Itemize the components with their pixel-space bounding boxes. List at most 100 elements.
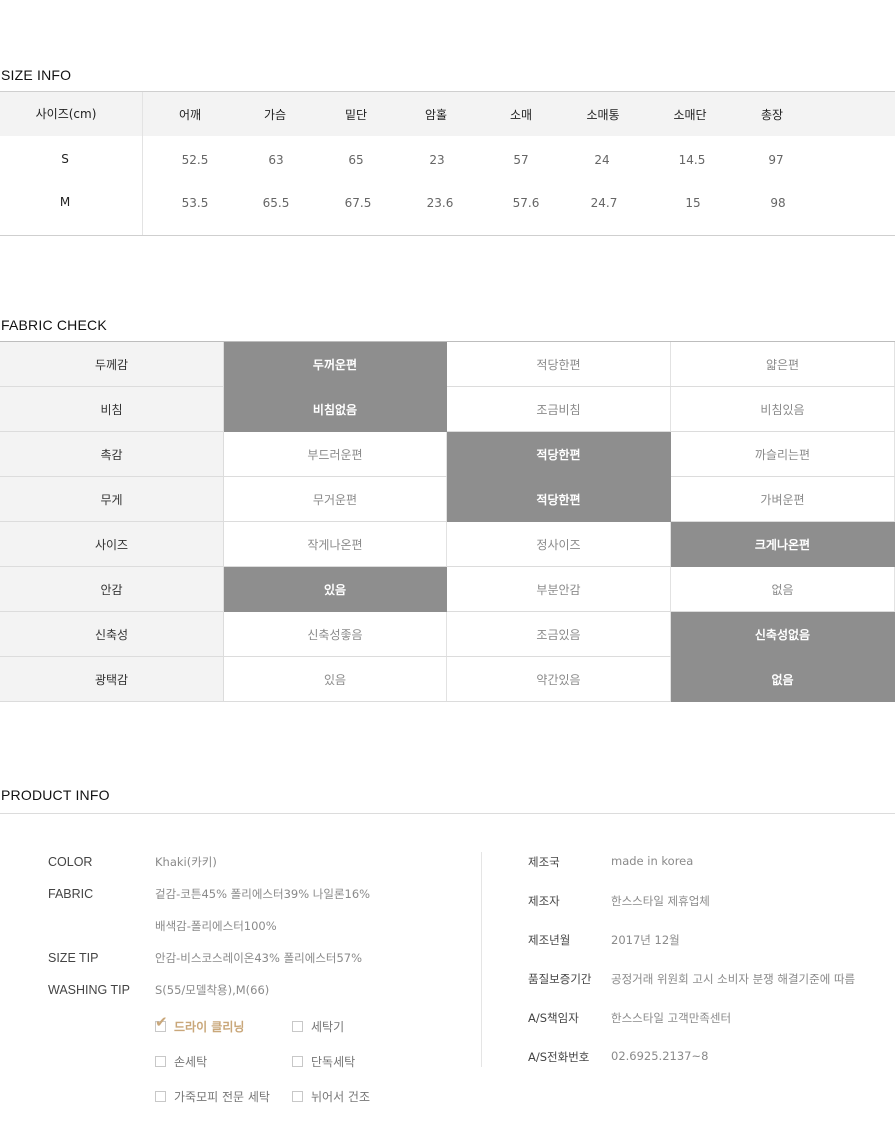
checkbox-icon xyxy=(292,1091,303,1102)
product-info-column-divider xyxy=(481,852,482,1067)
size-cell: 23 xyxy=(429,153,445,167)
fabric-option: 없음 xyxy=(671,567,895,611)
product-info-key: 제조년월 xyxy=(528,933,571,947)
color-label: COLOR xyxy=(48,855,93,869)
fabric-row-label: 신축성 xyxy=(0,612,224,656)
fabric-option: 부드러운편 xyxy=(224,432,447,476)
size-cell: 52.5 xyxy=(181,153,209,167)
fabric-row: 광택감 있음 약간있음 없음 xyxy=(0,657,895,702)
washing-option: 단독세탁 xyxy=(292,1053,355,1070)
product-info-key: 제조자 xyxy=(528,894,560,908)
fabric-option: 비침있음 xyxy=(671,387,895,431)
washing-option: 손세탁 xyxy=(155,1053,207,1070)
washing-option: 세탁기 xyxy=(292,1018,344,1035)
check-icon: ✔ xyxy=(155,1013,168,1031)
product-info-value: 한스스타일 제휴업체 xyxy=(611,894,710,908)
fabric-option: 무거운편 xyxy=(224,477,447,521)
size-col-header: 밑단 xyxy=(344,108,368,122)
fabric-row-label: 무게 xyxy=(0,477,224,521)
size-cell: 53.5 xyxy=(181,196,209,210)
fabric-option-selected: 크게나온편 xyxy=(671,522,895,567)
size-col-header: 소매단 xyxy=(673,108,707,122)
washing-option-label: 손세탁 xyxy=(174,1055,208,1069)
fabric-row-label: 광택감 xyxy=(0,657,224,701)
size-col-header: 암홀 xyxy=(424,108,448,122)
fabric-option-selected: 두꺼운편 xyxy=(224,342,447,387)
fabric-option: 약간있음 xyxy=(447,657,671,701)
fabric-row: 안감 있음 부분안감 없음 xyxy=(0,567,895,612)
fabric-option-selected: 신축성없음 xyxy=(671,612,895,657)
size-col-header: 소매 xyxy=(509,108,533,122)
fabric-option-selected: 비침없음 xyxy=(224,387,447,432)
product-info-value: 한스스타일 고객만족센터 xyxy=(611,1011,732,1025)
fabric-option: 가벼운편 xyxy=(671,477,895,521)
size-cell: 97 xyxy=(768,153,784,167)
fabric-option: 부분안감 xyxy=(447,567,671,611)
product-info-value: 2017년 12월 xyxy=(611,933,680,947)
size-cell: 65.5 xyxy=(262,196,290,210)
size-row-label: S xyxy=(61,152,69,166)
fabric-option: 얇은편 xyxy=(671,342,895,386)
product-info-value: 공정거래 위원회 고시 소비자 분쟁 해결기준에 따름 xyxy=(611,972,856,986)
fabric-row-label: 촉감 xyxy=(0,432,224,476)
fabric-row: 촉감 부드러운편 적당한편 까슬리는편 xyxy=(0,432,895,477)
fabric-option: 작게나온편 xyxy=(224,522,447,566)
size-table-divider xyxy=(142,92,143,235)
size-table: 사이즈(cm) 어깨 가슴 밑단 암홀 소매 소매통 소매단 총장 S 52.5… xyxy=(0,91,895,236)
washing-option-label: 드라이 클리닝 xyxy=(174,1020,245,1034)
size-cell: 57.6 xyxy=(512,196,540,210)
fabric-option-selected: 없음 xyxy=(671,657,895,702)
size-cell: 63 xyxy=(268,153,284,167)
fabric-table: 두께감 두꺼운편 적당한편 얇은편 비침 비침없음 조금비침 비침있음 촉감 부드러운편 적당한편 까… xyxy=(0,341,895,702)
fabric-line: 겉감-코튼45% 폴리에스터39% 나일론16% xyxy=(155,887,371,901)
fabric-option-selected: 적당한편 xyxy=(447,432,671,477)
fabric-row: 무게 무거운편 적당한편 가벼운편 xyxy=(0,477,895,522)
washing-option-label: 가죽모피 전문 세탁 xyxy=(174,1090,270,1104)
washing-option-label: 단독세탁 xyxy=(311,1055,356,1069)
size-col-header: 가슴 xyxy=(263,108,287,122)
product-info-key: 제조국 xyxy=(528,855,560,869)
checkbox-icon: ✔ xyxy=(155,1015,168,1032)
washing-tip-label: WASHING TIP xyxy=(48,983,130,997)
fabric-row: 신축성 신축성좋음 조금있음 신축성없음 xyxy=(0,612,895,657)
size-col-header: 총장 xyxy=(760,108,784,122)
size-cell: 24.7 xyxy=(590,196,618,210)
size-cell: 24 xyxy=(594,153,610,167)
fabric-option: 조금있음 xyxy=(447,612,671,656)
fabric-row-label: 비침 xyxy=(0,387,224,431)
washing-option: 뉘어서 건조 xyxy=(292,1088,370,1105)
fabric-option: 신축성좋음 xyxy=(224,612,447,656)
fabric-label: FABRIC xyxy=(48,887,94,901)
product-info-key: A/S책임자 xyxy=(528,1011,579,1025)
product-info-title: PRODUCT INFO xyxy=(1,787,110,803)
checkbox-icon xyxy=(155,1056,166,1067)
washing-option: 가죽모피 전문 세탁 xyxy=(155,1088,270,1105)
fabric-option: 조금비침 xyxy=(447,387,671,431)
product-info-value: made in korea xyxy=(611,854,694,868)
size-cell: 15 xyxy=(685,196,701,210)
fabric-row: 비침 비침없음 조금비침 비침있음 xyxy=(0,387,895,432)
fabric-row-label: 사이즈 xyxy=(0,522,224,566)
fabric-option: 있음 xyxy=(224,657,447,701)
size-cell: 57 xyxy=(513,153,529,167)
size-info-title: SIZE INFO xyxy=(1,67,72,83)
product-info-key: 품질보증기간 xyxy=(528,972,592,986)
checkbox-icon xyxy=(292,1056,303,1067)
checkbox-icon xyxy=(155,1091,166,1102)
fabric-row-label: 안감 xyxy=(0,567,224,611)
size-cell: 98 xyxy=(770,196,786,210)
size-cell: 65 xyxy=(348,153,364,167)
fabric-option: 정사이즈 xyxy=(447,522,671,566)
fabric-row: 사이즈 작게나온편 정사이즈 크게나온편 xyxy=(0,522,895,567)
fabric-row-label: 두께감 xyxy=(0,342,224,386)
fabric-line: 배색감-폴리에스터100% xyxy=(155,919,277,933)
size-tip-value: S(55/모델착용),M(66) xyxy=(155,983,270,997)
product-info-value: 02.6925.2137~8 xyxy=(611,1049,709,1063)
size-cell: 67.5 xyxy=(344,196,372,210)
fabric-check-title: FABRIC CHECK xyxy=(1,317,107,333)
size-corner-label: 사이즈(cm) xyxy=(35,107,97,121)
fabric-option-selected: 적당한편 xyxy=(447,477,671,522)
size-cell: 14.5 xyxy=(678,153,706,167)
washing-option-label: 세탁기 xyxy=(311,1020,345,1034)
washing-option-label: 뉘어서 건조 xyxy=(311,1090,371,1104)
